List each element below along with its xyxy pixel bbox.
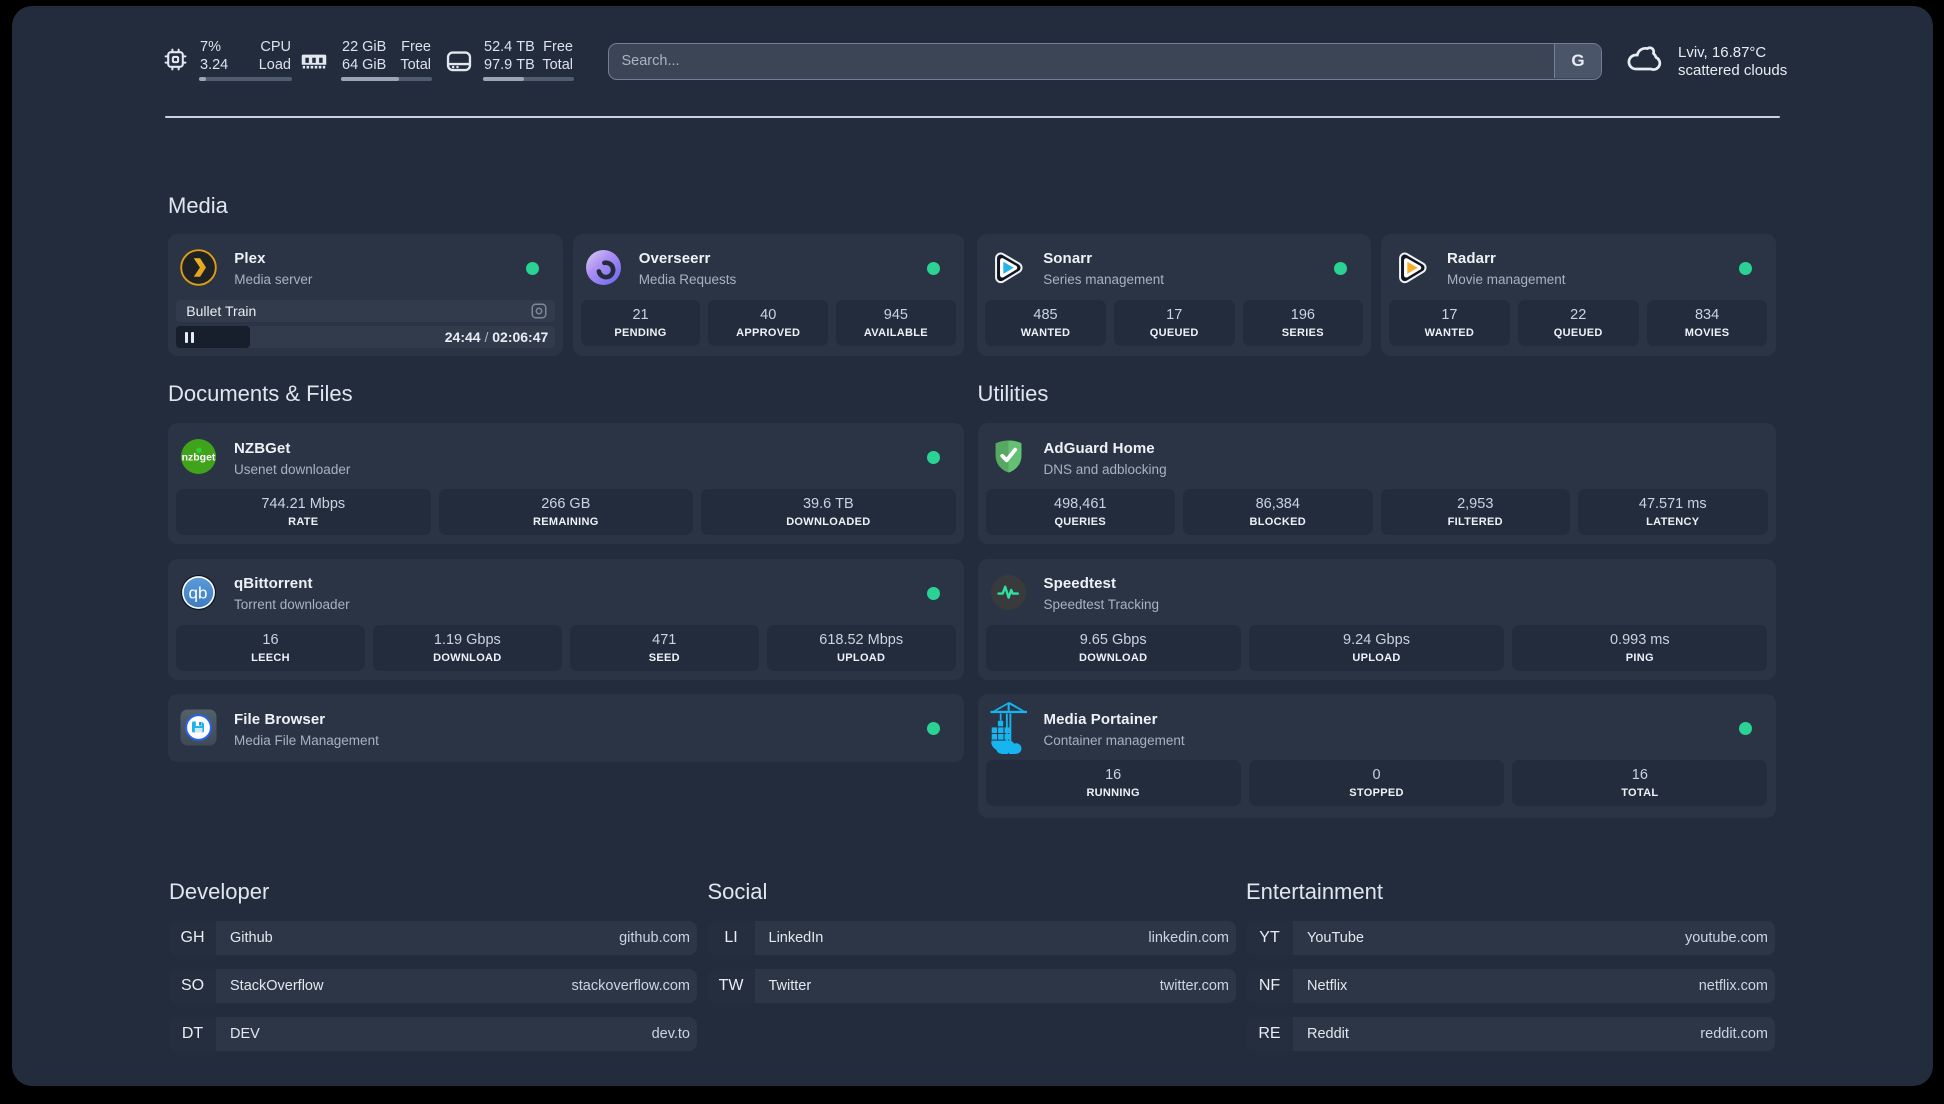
svg-text:nzbget: nzbget xyxy=(182,452,216,464)
svg-text:qb: qb xyxy=(189,583,208,602)
